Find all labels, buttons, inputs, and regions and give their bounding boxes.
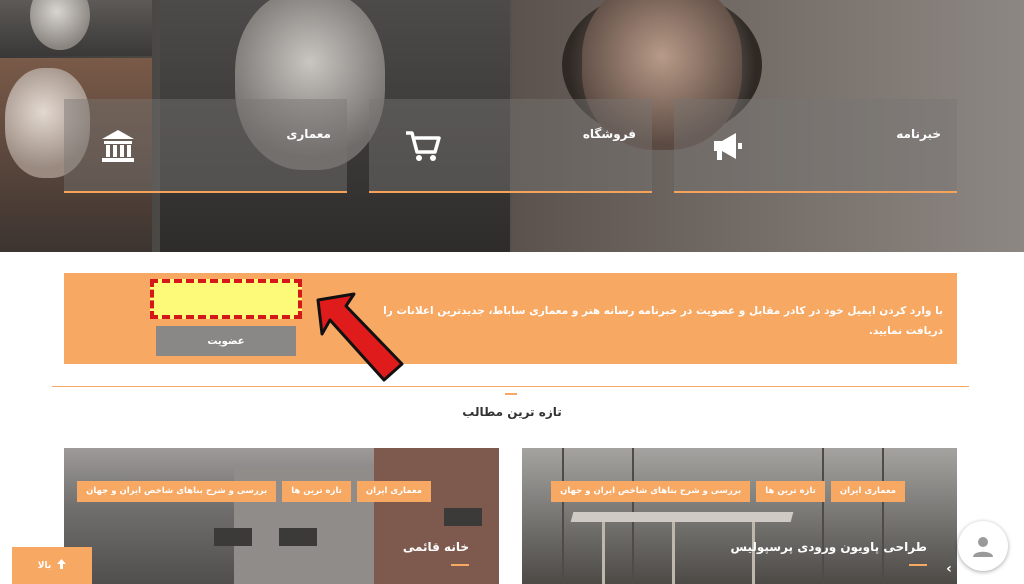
title-underline (451, 564, 469, 566)
post-title[interactable]: خانه قائمی (403, 540, 469, 554)
section-title: تازه ترین مطالب (462, 405, 562, 419)
tag-link[interactable]: معماری ایران (356, 481, 431, 502)
tag-link[interactable]: بررسی و شرح بناهای شاخص ایران و جهان (551, 481, 751, 502)
red-arrow-icon (316, 292, 404, 382)
post-card[interactable]: معماری ایران تازه ترین ها بررسی و شرح بن… (64, 448, 499, 584)
building-icon (98, 126, 138, 166)
cart-icon (403, 126, 443, 166)
megaphone-icon (708, 126, 748, 166)
tile-newsletter[interactable]: خبرنامه (674, 99, 957, 193)
tile-label: معماری (286, 127, 331, 141)
portrait-image (0, 0, 152, 56)
back-to-top-label: بالا (37, 560, 52, 571)
post-card[interactable]: معماری ایران تازه ترین ها بررسی و شرح بن… (522, 448, 957, 584)
section-divider-accent (505, 393, 517, 395)
post-title[interactable]: طراحی پاویون ورودی پرسپولیس (731, 540, 928, 554)
tag-link[interactable]: بررسی و شرح بناهای شاخص ایران و جهان (77, 481, 277, 502)
tile-architecture[interactable]: معماری (64, 99, 347, 193)
tag-link[interactable]: تازه ترین ها (756, 481, 825, 502)
newsletter-description: با وارد کردن ایمیل خود در کادر مقابل و ع… (383, 305, 943, 337)
tile-shop[interactable]: فروشگاه (369, 99, 652, 193)
back-to-top-button[interactable]: بالا (12, 547, 92, 584)
chat-widget-button[interactable] (958, 521, 1008, 571)
post-tags: معماری ایران تازه ترین ها بررسی و شرح بن… (77, 481, 431, 502)
newsletter-box: با وارد کردن ایمیل خود در کادر مقابل و ع… (64, 273, 957, 364)
section-divider (52, 386, 969, 387)
post-tags: معماری ایران تازه ترین ها بررسی و شرح بن… (551, 481, 905, 502)
subscribe-button[interactable]: عضویت (156, 326, 296, 356)
hero-banner: خبرنامه فروشگاه معماری (0, 0, 1024, 252)
tile-label: فروشگاه (582, 127, 636, 141)
title-underline (909, 564, 927, 566)
user-avatar-icon (973, 537, 993, 557)
tile-label: خبرنامه (896, 127, 941, 141)
chevron-left-icon[interactable]: ‹ (942, 558, 956, 580)
tag-link[interactable]: تازه ترین ها (282, 481, 351, 502)
arrow-up-icon (57, 559, 67, 572)
tag-link[interactable]: معماری ایران (830, 481, 905, 502)
email-field[interactable] (150, 279, 302, 319)
